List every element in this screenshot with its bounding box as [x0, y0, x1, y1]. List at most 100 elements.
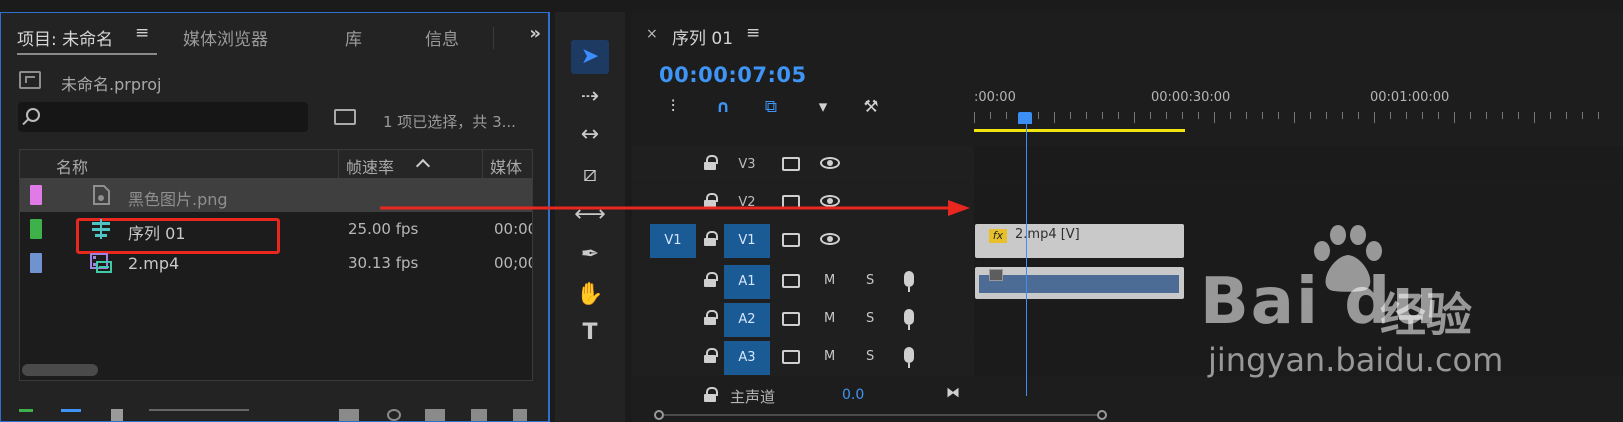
lock-icon[interactable]	[704, 272, 718, 288]
hand-tool-icon[interactable]: ✋	[571, 278, 609, 312]
timeline-horizontal-scrollbar[interactable]	[654, 410, 1109, 420]
trash-icon[interactable]	[513, 409, 527, 421]
automate-sequence-icon[interactable]	[339, 409, 359, 421]
track-content[interactable]	[974, 184, 1623, 221]
microphone-icon[interactable]	[904, 271, 914, 292]
lock-icon[interactable]	[704, 310, 718, 326]
label-color-swatch[interactable]	[30, 253, 42, 273]
microphone-icon[interactable]	[904, 309, 914, 330]
new-bin-icon[interactable]	[425, 409, 445, 421]
nest-toggle-icon[interactable]: ⫶	[662, 96, 684, 118]
panel-menu-icon[interactable]: ≡	[135, 23, 149, 43]
item-name: 2.mp4	[128, 254, 180, 273]
snap-icon[interactable]: ∩	[712, 96, 734, 118]
list-item[interactable]: 2.mp4 30.13 fps 00;00	[20, 246, 532, 280]
ruler-tick	[1278, 112, 1279, 119]
label-color-swatch[interactable]	[30, 219, 42, 239]
tab-info[interactable]: 信息	[425, 25, 459, 50]
scroll-zoom-handle[interactable]	[1097, 410, 1107, 420]
item-fps: 25.00 fps	[348, 220, 419, 238]
track-select-tool-icon[interactable]: ⇢	[571, 80, 609, 114]
panel-menu-icon[interactable]: ≡	[746, 23, 760, 43]
selection-tool-icon[interactable]: ➤	[571, 40, 609, 74]
tab-divider	[493, 27, 494, 49]
column-divider[interactable]	[338, 150, 339, 178]
sequence-icon	[92, 219, 110, 239]
audio-clip[interactable]	[975, 267, 1184, 299]
audio-fx-badge[interactable]	[989, 269, 1003, 281]
track-target-a1[interactable]: A1	[724, 265, 770, 299]
find-icon[interactable]	[387, 409, 401, 421]
time-ruler[interactable]: :00:00 00:00:30:00 00:01:00:00	[974, 82, 1623, 134]
ruler-tick	[1470, 112, 1471, 119]
solo-button[interactable]: S	[866, 349, 874, 364]
source-patch-v1[interactable]: V1	[650, 224, 696, 258]
track-target-a3[interactable]: A3	[724, 341, 770, 375]
column-name-header[interactable]: 名称	[56, 154, 88, 178]
microphone-icon[interactable]	[904, 347, 914, 368]
list-view-icon[interactable]	[61, 409, 81, 421]
sync-lock-icon[interactable]	[782, 233, 800, 247]
solo-button[interactable]: S	[866, 273, 874, 288]
lock-icon[interactable]	[704, 348, 718, 364]
search-input[interactable]	[18, 102, 308, 132]
track-target-v3[interactable]: V3	[724, 148, 770, 182]
scroll-zoom-handle[interactable]	[654, 410, 664, 420]
type-tool-icon[interactable]: T	[571, 316, 609, 350]
sync-lock-icon[interactable]	[782, 157, 800, 171]
mute-button[interactable]: M	[824, 311, 835, 326]
sort-ascending-icon[interactable]	[415, 158, 431, 174]
column-fps-header[interactable]: 帧速率	[346, 154, 394, 178]
eye-icon[interactable]	[820, 233, 840, 245]
track-target-a2[interactable]: A2	[724, 303, 770, 337]
pen-tool-icon[interactable]: ✒	[571, 238, 609, 272]
label-color-swatch[interactable]	[30, 185, 42, 205]
column-media-header[interactable]: 媒体	[490, 154, 522, 178]
zoom-slider[interactable]	[149, 409, 249, 421]
work-area-bar[interactable]	[974, 129, 1185, 132]
tab-sequence[interactable]: 序列 01	[672, 24, 733, 49]
mute-button[interactable]: M	[824, 349, 835, 364]
scroll-track[interactable]	[664, 414, 1097, 416]
playhead-line[interactable]	[1026, 116, 1027, 396]
fx-badge[interactable]: fx	[989, 229, 1007, 243]
playhead-timecode[interactable]: 00:00:07:05	[659, 63, 807, 87]
lock-icon[interactable]	[704, 231, 718, 247]
project-file-icon	[19, 71, 41, 89]
playhead-handle[interactable]	[1018, 112, 1032, 124]
image-file-icon	[93, 185, 110, 205]
new-search-bin-icon[interactable]	[334, 109, 356, 125]
horizontal-scrollbar[interactable]	[22, 364, 98, 376]
add-marker-icon[interactable]: ▾	[812, 96, 834, 118]
write-protect-icon[interactable]	[19, 409, 33, 421]
ripple-edit-tool-icon[interactable]: ↔	[571, 118, 609, 152]
go-to-edit-point-icon[interactable]: ⧓	[946, 385, 960, 401]
linked-selection-icon[interactable]: ⧉	[760, 96, 782, 118]
sync-lock-icon[interactable]	[782, 350, 800, 364]
new-item-icon[interactable]	[471, 409, 487, 421]
tab-media-browser[interactable]: 媒体浏览器	[183, 25, 268, 50]
ruler-tick	[1438, 112, 1439, 119]
solo-button[interactable]: S	[866, 311, 874, 326]
wrench-icon[interactable]: ⚒	[860, 96, 882, 118]
sync-lock-icon[interactable]	[782, 274, 800, 288]
ruler-tick	[1070, 112, 1071, 119]
eye-icon[interactable]	[820, 157, 840, 169]
razor-tool-icon[interactable]: ⧄	[571, 158, 609, 192]
tab-project[interactable]: 项目: 未命名	[17, 25, 113, 50]
lock-icon[interactable]	[704, 387, 718, 403]
video-clip-icon	[90, 253, 112, 273]
sync-lock-icon[interactable]	[782, 312, 800, 326]
track-target-v1[interactable]: V1	[724, 224, 770, 258]
tab-libraries[interactable]: 库	[345, 25, 362, 50]
close-icon[interactable]: ×	[646, 26, 658, 42]
video-clip[interactable]: fx 2.mp4 [V]	[975, 224, 1184, 258]
lock-icon[interactable]	[704, 155, 718, 171]
icon-view-icon[interactable]	[111, 409, 123, 421]
column-divider[interactable]	[482, 150, 483, 178]
watermark-url: jingyan.baidu.com	[1208, 341, 1504, 379]
mute-button[interactable]: M	[824, 273, 835, 288]
track-content[interactable]	[974, 146, 1623, 183]
master-volume-value[interactable]: 0.0	[842, 387, 864, 403]
more-tabs-icon[interactable]: »	[529, 23, 541, 44]
